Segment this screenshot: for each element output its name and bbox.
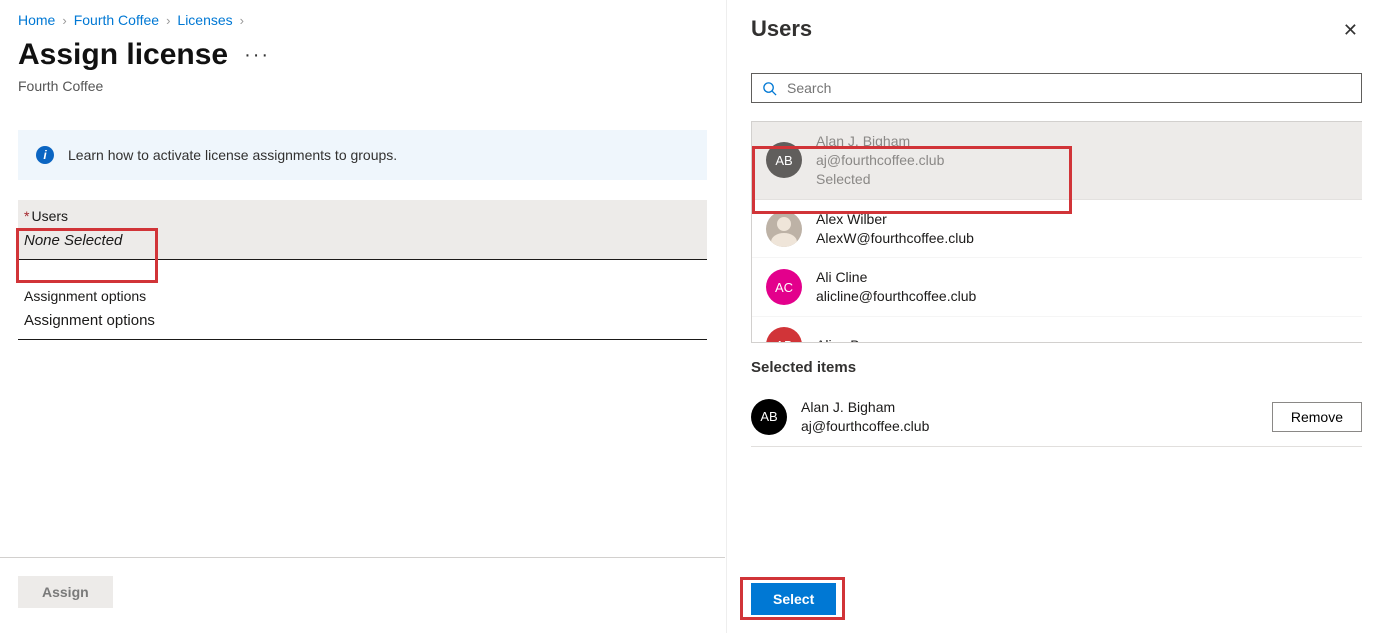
page-subtitle: Fourth Coffee <box>18 78 707 94</box>
chevron-right-icon: › <box>62 13 66 28</box>
assignment-options-label: Assignment options <box>24 288 701 304</box>
user-info: Alice Berry <box>816 336 884 343</box>
main-pane: Home › Fourth Coffee › Licenses › Assign… <box>0 0 725 633</box>
avatar: AB <box>766 327 802 343</box>
search-field[interactable] <box>751 73 1362 103</box>
assign-button[interactable]: Assign <box>18 576 113 608</box>
user-name: Alan J. Bigham <box>801 398 1258 417</box>
info-bar: i Learn how to activate license assignme… <box>18 130 707 180</box>
overflow-menu-button[interactable]: ··· <box>240 44 274 67</box>
chevron-right-icon: › <box>240 13 244 28</box>
users-flyout: Users ✕ ABAlan J. Bighamaj@fourthcoffee.… <box>726 0 1386 633</box>
page-title: Assign license <box>18 38 228 72</box>
user-mail: aj@fourthcoffee.club <box>801 417 1258 436</box>
selected-item: AB Alan J. Bighamaj@fourthcoffee.club Remo… <box>751 388 1362 447</box>
chevron-right-icon: › <box>166 13 170 28</box>
avatar: AC <box>766 269 802 305</box>
footer-bar: Assign <box>0 557 725 633</box>
flyout-title: Users <box>751 16 812 42</box>
user-name: Alice Berry <box>816 336 884 343</box>
assignment-options-field[interactable]: Assignment options Assignment options <box>18 280 707 340</box>
user-list[interactable]: AB Alan J. Bighamaj@fourthcoffee.clubSele… <box>751 121 1362 343</box>
breadcrumb-fourth-coffee[interactable]: Fourth Coffee <box>74 12 159 28</box>
selected-items-header: Selected items <box>751 359 1362 376</box>
users-field-value: None Selected <box>24 232 701 249</box>
breadcrumb-home[interactable]: Home <box>18 12 55 28</box>
user-name: Alan J. Bigham <box>816 132 944 151</box>
user-status: Selected <box>816 170 944 189</box>
avatar: AB <box>766 142 802 178</box>
user-info: Alan J. Bighamaj@fourthcoffee.clubSelect… <box>816 132 944 189</box>
user-row[interactable]: Alex WilberAlexW@fourthcoffee.club <box>752 200 1362 259</box>
user-info: Alex WilberAlexW@fourthcoffee.club <box>816 210 974 248</box>
assignment-options-value: Assignment options <box>24 312 701 329</box>
avatar: AB <box>751 399 787 435</box>
breadcrumb-licenses[interactable]: Licenses <box>177 12 232 28</box>
select-button[interactable]: Select <box>751 583 836 615</box>
user-mail: aj@fourthcoffee.club <box>816 151 944 170</box>
users-field-label: Users <box>24 208 701 224</box>
info-icon: i <box>36 146 54 164</box>
search-input[interactable] <box>787 80 1351 96</box>
user-row[interactable]: AC Ali Clinealicline@fourthcoffee.club <box>752 258 1362 317</box>
flyout-header: Users ✕ <box>727 0 1386 55</box>
user-mail: AlexW@fourthcoffee.club <box>816 229 974 248</box>
user-mail: alicline@fourthcoffee.club <box>816 287 976 306</box>
user-name: Alex Wilber <box>816 210 974 229</box>
search-icon <box>762 81 777 96</box>
info-bar-text: Learn how to activate license assignment… <box>68 147 397 163</box>
selected-user-info: Alan J. Bighamaj@fourthcoffee.club <box>801 398 1258 436</box>
avatar <box>766 211 802 247</box>
remove-button[interactable]: Remove <box>1272 402 1362 432</box>
user-name: Ali Cline <box>816 268 976 287</box>
breadcrumb: Home › Fourth Coffee › Licenses › <box>18 12 707 28</box>
flyout-footer: Select <box>727 565 1386 633</box>
close-icon[interactable]: ✕ <box>1339 16 1362 45</box>
user-row[interactable]: AB Alice Berry <box>752 317 1362 343</box>
user-row[interactable]: AB Alan J. Bighamaj@fourthcoffee.clubSele… <box>752 122 1362 200</box>
user-info: Ali Clinealicline@fourthcoffee.club <box>816 268 976 306</box>
flyout-body: ABAlan J. Bighamaj@fourthcoffee.clubSele… <box>727 55 1386 565</box>
page-title-row: Assign license ··· <box>18 38 707 72</box>
users-field[interactable]: Users None Selected <box>18 200 707 260</box>
selected-items-list: AB Alan J. Bighamaj@fourthcoffee.club Remo… <box>751 388 1362 447</box>
